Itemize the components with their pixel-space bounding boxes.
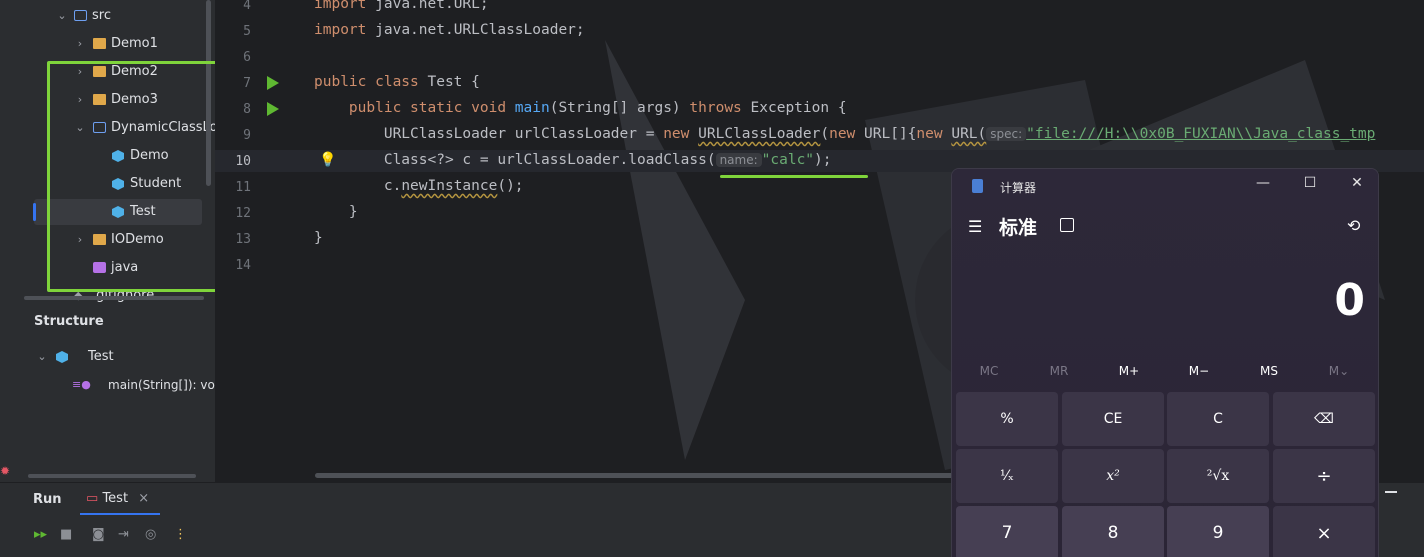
problems-icon[interactable]: ✹ xyxy=(0,464,10,478)
editor-hscrollbar[interactable] xyxy=(315,473,955,478)
line-number: 6 xyxy=(243,50,251,65)
memory-store-button[interactable]: MS xyxy=(1234,364,1304,378)
line-number: 7 xyxy=(243,76,251,91)
divide-key[interactable]: ÷ xyxy=(1273,449,1375,503)
close-button[interactable]: ✕ xyxy=(1342,175,1372,191)
memory-list-button[interactable]: M⌄ xyxy=(1304,364,1374,378)
tree-item-label: Demo1 xyxy=(111,36,158,51)
code-line-10: Class<?> c = urlClassLoader.loadClass(na… xyxy=(314,152,832,168)
code-text: java.net.URL; xyxy=(375,0,489,12)
minimize-panel-icon[interactable] xyxy=(1385,491,1397,493)
backspace-key[interactable]: ⌫ xyxy=(1273,392,1375,446)
code-line-5: import java.net.URLClassLoader; xyxy=(314,22,585,38)
line-number: 12 xyxy=(235,206,251,221)
digit-7-key[interactable]: 7 xyxy=(956,506,1058,557)
code-line-13: } xyxy=(314,230,323,246)
run-config-icon: ▭ xyxy=(86,491,99,506)
code-line-4: import java.net.URL; xyxy=(314,0,489,12)
structure-hscrollbar[interactable] xyxy=(28,474,196,478)
history-icon[interactable]: ⟲ xyxy=(1347,216,1360,235)
active-tab-indicator xyxy=(80,513,160,515)
tree-item-label: src xyxy=(92,8,111,23)
multiply-key[interactable]: × xyxy=(1273,506,1375,557)
code-line-11: c.newInstance(); xyxy=(314,178,524,194)
chevron-right-icon[interactable]: › xyxy=(74,31,86,57)
line-number: 14 xyxy=(235,258,251,273)
line-number: 4 xyxy=(243,0,251,13)
more-options-icon[interactable]: ⋮ xyxy=(174,527,187,542)
source-folder-icon xyxy=(74,10,87,21)
ide-window: { "project_tree": { "items": [ {"label":… xyxy=(0,0,1424,557)
run-gutter-icon[interactable] xyxy=(267,76,279,90)
minimize-button[interactable]: — xyxy=(1248,175,1278,191)
annotation-underline xyxy=(720,175,868,178)
run-gutter-icon[interactable] xyxy=(267,102,279,116)
structure-class-label: Test xyxy=(88,349,114,364)
chevron-down-icon[interactable]: ⌄ xyxy=(36,344,48,370)
calculator-display: 0 xyxy=(1334,275,1365,326)
calculator-mode: 标准 xyxy=(999,217,1038,239)
structure-method-row[interactable]: ≡● main(String[]): voic xyxy=(22,372,215,398)
calculator-title: 计算器 xyxy=(1000,181,1037,195)
menu-icon[interactable]: ☰ xyxy=(968,217,982,236)
folder-icon xyxy=(93,38,106,49)
calculator-window: 计算器 — ☐ ✕ ☰ 标准 ⟲ 0 MC MR M+ M− MS M⌄ % C… xyxy=(951,168,1379,557)
structure-class-row[interactable]: ⌄ Test xyxy=(22,344,215,370)
code-string: "file:///H:\\0x0B_FUXIAN\\Java_class_tmp xyxy=(1026,126,1376,142)
line-number: 9 xyxy=(243,128,251,143)
structure-title: Structure xyxy=(34,314,104,329)
structure-method-label: main(String[]): voic xyxy=(108,378,215,392)
class-icon xyxy=(56,351,68,363)
chevron-down-icon[interactable]: ⌄ xyxy=(56,3,68,29)
square-root-key[interactable]: ²√x xyxy=(1167,449,1269,503)
memory-recall-button[interactable]: MR xyxy=(1024,364,1094,378)
memory-subtract-button[interactable]: M− xyxy=(1164,364,1234,378)
param-hint: spec: xyxy=(986,127,1027,141)
stop-icon[interactable]: ■ xyxy=(60,527,72,542)
digit-8-key[interactable]: 8 xyxy=(1062,506,1164,557)
project-hscrollbar[interactable] xyxy=(24,296,204,300)
param-hint: name: xyxy=(715,153,762,167)
code-line-7: public class Test { xyxy=(314,74,480,90)
line-number: 8 xyxy=(243,102,251,117)
tab-test[interactable]: ▭ Test × xyxy=(86,491,149,506)
reciprocal-key[interactable]: ¹⁄ₓ xyxy=(956,449,1058,503)
line-number: 13 xyxy=(235,232,251,247)
code-text: java.net.URLClassLoader; xyxy=(375,22,585,38)
clear-entry-key[interactable]: CE xyxy=(1062,392,1164,446)
square-key[interactable]: x² xyxy=(1062,449,1164,503)
run-panel-title: Run xyxy=(33,492,62,507)
code-string: "calc" xyxy=(761,152,815,168)
code-line-9: URLClassLoader urlClassLoader = new URLC… xyxy=(314,126,1376,142)
maximize-button[interactable]: ☐ xyxy=(1295,175,1325,191)
tree-item-demo1[interactable]: › Demo1 xyxy=(22,31,215,57)
clear-key[interactable]: C xyxy=(1167,392,1269,446)
keep-on-top-icon[interactable] xyxy=(1060,218,1074,232)
calculator-app-icon xyxy=(972,179,983,193)
method-icon: ≡● xyxy=(72,378,91,391)
percent-key[interactable]: % xyxy=(956,392,1058,446)
line-number: 10 xyxy=(235,154,251,169)
annotation-highlight-box xyxy=(47,61,226,292)
close-tab-icon[interactable]: × xyxy=(138,491,149,506)
code-line-8: public static void main(String[] args) t… xyxy=(348,100,847,116)
digit-9-key[interactable]: 9 xyxy=(1167,506,1269,557)
rerun-icon[interactable]: ▸▸ xyxy=(34,527,47,542)
memory-add-button[interactable]: M+ xyxy=(1094,364,1164,378)
exit-icon[interactable]: ⇥ xyxy=(118,527,129,542)
tab-label: Test xyxy=(102,491,129,506)
screenshot-icon[interactable]: ◙ xyxy=(92,527,105,542)
memory-clear-button[interactable]: MC xyxy=(954,364,1024,378)
line-number: 11 xyxy=(235,180,251,195)
settings-icon[interactable]: ◎ xyxy=(145,527,156,542)
tree-item-src[interactable]: ⌄ src xyxy=(22,3,215,29)
code-line-12: } xyxy=(314,204,358,220)
line-number: 5 xyxy=(243,24,251,39)
